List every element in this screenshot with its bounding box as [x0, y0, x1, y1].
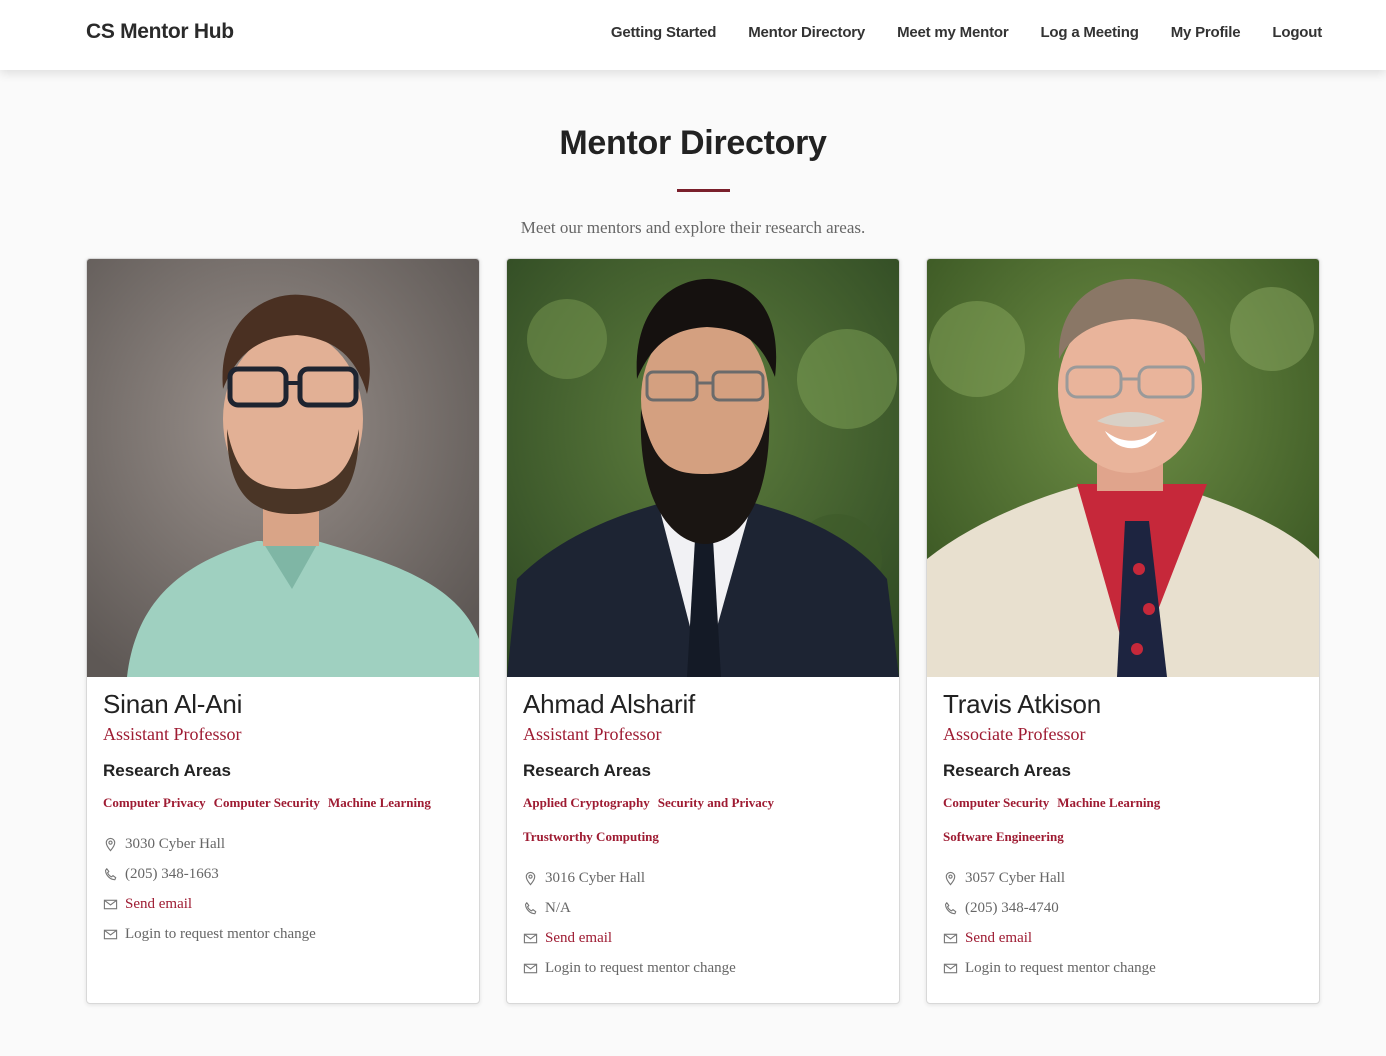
nav-link-logout[interactable]: Logout — [1272, 24, 1322, 41]
send-email-link[interactable]: Send email — [545, 930, 612, 947]
contact-info: 3030 Cyber Hall (205) 348-1663 Send emai… — [103, 829, 465, 949]
mentor-photo — [507, 259, 899, 677]
mentor-role: Assistant Professor — [523, 724, 662, 744]
research-tag[interactable]: Computer Privacy — [103, 795, 206, 811]
page-subtitle: Meet our mentors and explore their resea… — [520, 218, 866, 237]
research-areas-heading: Research Areas — [523, 761, 651, 780]
nav-link-log-a-meeting[interactable]: Log a Meeting — [1040, 24, 1138, 41]
email-row: Send email — [523, 923, 885, 953]
envelope-icon — [943, 931, 965, 946]
mentor-card-body: Sinan Al-Ani Assistant Professor Researc… — [103, 689, 465, 949]
phone-row: (205) 348-1663 — [103, 859, 465, 889]
nav-link-meet-my-mentor[interactable]: Meet my Mentor — [897, 24, 1009, 41]
research-tag[interactable]: Security and Privacy — [658, 795, 774, 811]
mentor-card-body: Travis Atkison Associate Professor Resea… — [943, 689, 1305, 983]
envelope-icon — [523, 931, 545, 946]
request-mentor-change-link[interactable]: Login to request mentor change — [545, 960, 736, 977]
envelope-icon — [523, 961, 545, 976]
research-tags: Applied Cryptography Security and Privac… — [523, 795, 885, 845]
request-mentor-change-link[interactable]: Login to request mentor change — [965, 960, 1156, 977]
request-mentor-change-link[interactable]: Login to request mentor change — [125, 926, 316, 943]
page-title: Mentor Directory — [559, 124, 827, 162]
email-row: Send email — [943, 923, 1305, 953]
title-divider — [677, 189, 730, 192]
map-pin-icon — [103, 837, 125, 852]
research-tag[interactable]: Machine Learning — [1057, 795, 1160, 811]
send-email-link[interactable]: Send email — [965, 930, 1032, 947]
research-areas-heading: Research Areas — [943, 761, 1071, 780]
office-location: 3016 Cyber Hall — [545, 869, 645, 886]
request-row: Login to request mentor change — [103, 919, 465, 949]
phone-number: N/A — [545, 899, 571, 916]
envelope-icon — [103, 897, 125, 912]
mentor-card-body: Ahmad Alsharif Assistant Professor Resea… — [523, 689, 885, 983]
office-row: 3016 Cyber Hall — [523, 863, 885, 893]
contact-info: 3057 Cyber Hall (205) 348-4740 Send emai… — [943, 863, 1305, 983]
nav-link-getting-started[interactable]: Getting Started — [611, 24, 717, 41]
phone-row: N/A — [523, 893, 885, 923]
mentor-card: Ahmad Alsharif Assistant Professor Resea… — [506, 258, 900, 1004]
mentor-card: Travis Atkison Associate Professor Resea… — [926, 258, 1320, 1004]
phone-icon — [523, 901, 545, 916]
mentor-photo — [87, 259, 479, 677]
research-tag[interactable]: Computer Security — [214, 795, 320, 811]
research-tag[interactable]: Machine Learning — [328, 795, 431, 811]
office-location: 3030 Cyber Hall — [125, 835, 225, 852]
research-tag[interactable]: Software Engineering — [943, 829, 1305, 845]
send-email-link[interactable]: Send email — [125, 896, 192, 913]
office-row: 3057 Cyber Hall — [943, 863, 1305, 893]
nav-links: Getting Started Mentor Directory Meet my… — [611, 24, 1322, 41]
email-row: Send email — [103, 889, 465, 919]
brand-logo-text[interactable]: CS Mentor Hub — [86, 20, 234, 44]
mentor-name: Sinan Al-Ani — [103, 689, 243, 719]
mentor-role: Associate Professor — [943, 724, 1086, 744]
research-areas-heading: Research Areas — [103, 761, 231, 780]
research-tag[interactable]: Applied Cryptography — [523, 795, 650, 811]
top-navbar: CS Mentor Hub Getting Started Mentor Dir… — [0, 0, 1386, 70]
phone-icon — [103, 867, 125, 882]
phone-number: (205) 348-1663 — [125, 865, 219, 882]
nav-link-mentor-directory[interactable]: Mentor Directory — [748, 24, 865, 41]
envelope-icon — [943, 961, 965, 976]
office-location: 3057 Cyber Hall — [965, 869, 1065, 886]
mentor-name: Ahmad Alsharif — [523, 689, 696, 719]
research-tag[interactable]: Computer Security — [943, 795, 1049, 811]
research-tags: Computer Privacy Computer Security Machi… — [103, 795, 465, 811]
request-row: Login to request mentor change — [943, 953, 1305, 983]
mentor-name: Travis Atkison — [943, 689, 1102, 719]
contact-info: 3016 Cyber Hall N/A Send email Login to … — [523, 863, 885, 983]
office-row: 3030 Cyber Hall — [103, 829, 465, 859]
phone-icon — [943, 901, 965, 916]
phone-row: (205) 348-4740 — [943, 893, 1305, 923]
map-pin-icon — [523, 871, 545, 886]
map-pin-icon — [943, 871, 965, 886]
request-row: Login to request mentor change — [523, 953, 885, 983]
research-tags: Computer Security Machine Learning Softw… — [943, 795, 1305, 845]
nav-link-my-profile[interactable]: My Profile — [1171, 24, 1241, 41]
phone-number: (205) 348-4740 — [965, 899, 1059, 916]
mentor-photo — [927, 259, 1319, 677]
envelope-icon — [103, 927, 125, 942]
research-tag[interactable]: Trustworthy Computing — [523, 829, 885, 845]
mentor-role: Assistant Professor — [103, 724, 242, 744]
mentor-card: Sinan Al-Ani Assistant Professor Researc… — [86, 258, 480, 1004]
